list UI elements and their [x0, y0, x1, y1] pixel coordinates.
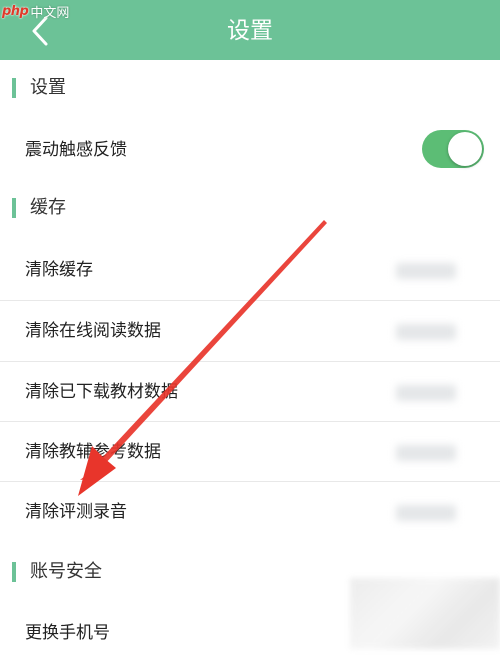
clear-downloaded-textbook-row[interactable]: 清除已下载教材数据: [0, 362, 500, 422]
reference-size-value: [396, 445, 456, 461]
online-reading-size-value: [396, 324, 456, 340]
clear-evaluation-recording-row[interactable]: 清除评测录音: [0, 482, 500, 542]
clear-downloaded-textbook-label: 清除已下载教材数据: [25, 382, 178, 402]
section-accent-bar: [12, 562, 16, 582]
page-title: 设置: [227, 18, 273, 44]
clear-reference-data-label: 清除教辅参考数据: [25, 442, 161, 462]
clear-evaluation-recording-label: 清除评测录音: [25, 502, 127, 522]
clear-online-reading-row[interactable]: 清除在线阅读数据: [0, 301, 500, 361]
vibration-feedback-toggle[interactable]: [422, 130, 484, 168]
clear-reference-data-row[interactable]: 清除教辅参考数据: [0, 422, 500, 482]
section-title: 缓存: [30, 197, 66, 218]
watermark-site: 中文网: [30, 5, 70, 21]
toggle-knob: [448, 132, 482, 166]
textbook-size-value: [396, 385, 456, 401]
clear-cache-row[interactable]: 清除缓存: [0, 240, 500, 300]
cache-size-value: [396, 263, 456, 279]
section-accent-bar: [12, 78, 16, 98]
watermark-logo: php 中文网: [2, 2, 70, 21]
section-title: 设置: [30, 77, 66, 98]
change-phone-label: 更换手机号: [25, 623, 110, 643]
vibration-feedback-label: 震动触感反馈: [25, 140, 127, 160]
clear-cache-label: 清除缓存: [25, 260, 93, 280]
blurred-watermark-patch: [350, 578, 500, 649]
section-header-cache: 缓存: [0, 188, 500, 228]
header-bar: 设置: [0, 0, 500, 60]
section-title: 账号安全: [30, 561, 102, 582]
recording-size-value: [396, 505, 456, 521]
section-accent-bar: [12, 198, 16, 218]
clear-online-reading-label: 清除在线阅读数据: [25, 321, 161, 341]
watermark-brand: php: [2, 3, 29, 19]
section-header-settings: 设置: [0, 68, 500, 108]
